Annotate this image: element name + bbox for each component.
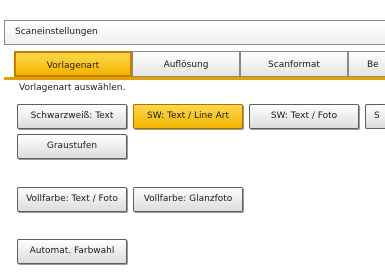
tab-vorlagenart[interactable]: Vorlagenart (14, 51, 132, 77)
option-vollfarbe-text-foto[interactable]: Vollfarbe: Text / Foto (17, 187, 127, 212)
tab-more[interactable]: Be (348, 51, 385, 77)
tab-underline (4, 77, 385, 80)
option-truncated[interactable]: S (365, 104, 385, 129)
option-vollfarbe-glanzfoto[interactable]: Vollfarbe: Glanzfoto (133, 187, 243, 212)
option-graustufen[interactable]: Graustufen (17, 134, 127, 159)
scan-settings-panel: Scaneinstellungen Vorlagenart Auflösung … (0, 0, 385, 275)
tab-bar: Vorlagenart Auflösung Scanformat Be (0, 51, 385, 77)
option-automat-farbwahl[interactable]: Automat. Farbwahl (17, 239, 127, 264)
section-label: Vorlagenart auswählen. (19, 83, 126, 93)
option-sw-text-line-art[interactable]: SW: Text / Line Art (133, 104, 243, 129)
tab-aufloesung[interactable]: Auflösung (132, 51, 240, 77)
option-schwarzweiss-text[interactable]: Schwarzweiß: Text (17, 104, 127, 129)
panel-title: Scaneinstellungen (4, 20, 385, 45)
tab-scanformat[interactable]: Scanformat (240, 51, 348, 77)
option-sw-text-foto[interactable]: SW: Text / Foto (249, 104, 359, 129)
